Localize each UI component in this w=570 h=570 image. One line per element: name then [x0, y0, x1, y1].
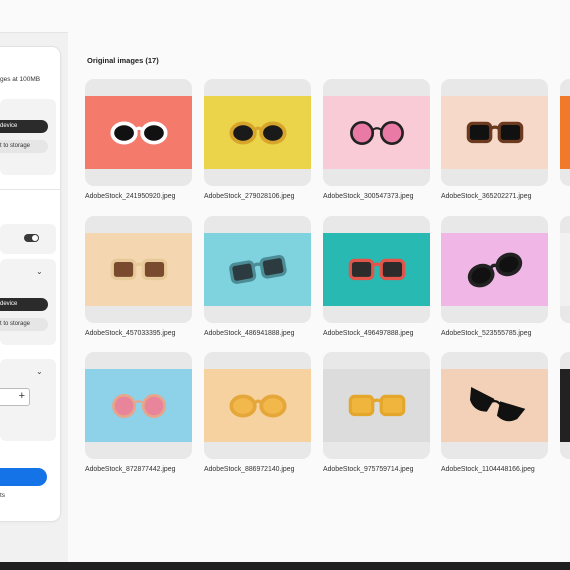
image-thumbnail[interactable]: [441, 352, 548, 459]
sunglasses-photo: [441, 96, 548, 169]
partial-photo: [560, 369, 570, 442]
sunglasses-photo: [85, 233, 192, 306]
image-thumbnail[interactable]: [441, 79, 548, 186]
section-title: Original images (17): [87, 56, 159, 65]
image-card[interactable]: AdobeStock_872877442.jpeg: [85, 352, 192, 473]
chevron-down-icon-2[interactable]: ⌄: [36, 367, 43, 376]
image-filename: AdobeStock_975759714.jpeg: [323, 466, 414, 473]
image-thumbnail[interactable]: [204, 216, 311, 323]
image-filename: AdobeStock_496497888.jpeg: [323, 330, 414, 337]
image-card[interactable]: AdobeStock_457033395.jpeg: [85, 216, 192, 337]
quantity-card: ⌄ +: [0, 359, 56, 441]
save-to-device-label-2: device: [0, 301, 18, 307]
sunglasses-photo: [204, 369, 311, 442]
sunglasses-photo: [85, 369, 192, 442]
save-options-card: device t to storage: [0, 99, 56, 175]
image-card[interactable]: AdobeStock_975759714.jpeg: [323, 352, 430, 473]
quantity-stepper[interactable]: +: [0, 388, 30, 406]
sunglasses-photo: [85, 96, 192, 169]
image-card[interactable]: AdobeStock_241950920.jpeg: [85, 79, 192, 200]
image-filename: AdobeStock_279028106.jpeg: [204, 193, 295, 200]
image-card[interactable]: AdobeStock_279028106.jpeg: [204, 79, 311, 200]
sunglasses-photo: [204, 96, 311, 169]
image-card[interactable]: AdobeStock_523555785.jpeg: [441, 216, 548, 337]
image-thumbnail-partial[interactable]: [560, 352, 570, 459]
partial-photo: [560, 96, 570, 169]
image-thumbnail[interactable]: [204, 352, 311, 459]
image-filename: AdobeStock_365202271.jpeg: [441, 193, 532, 200]
image-filename: AdobeStock_523555785.jpeg: [441, 330, 532, 337]
primary-action-button[interactable]: [0, 468, 47, 486]
image-thumbnail[interactable]: [323, 79, 430, 186]
image-thumbnail[interactable]: [85, 352, 192, 459]
image-filename: AdobeStock_886972140.jpeg: [204, 466, 295, 473]
image-thumbnail[interactable]: [441, 216, 548, 323]
image-card[interactable]: AdobeStock_300547373.jpeg: [323, 79, 430, 200]
size-limit-note: ges at 100MB: [0, 76, 41, 83]
image-thumbnail-partial[interactable]: [560, 79, 570, 186]
image-card[interactable]: AdobeStock_1104448166.jpeg: [441, 352, 548, 473]
image-filename: AdobeStock_300547373.jpeg: [323, 193, 414, 200]
image-card[interactable]: AdobeStock_365202271.jpeg: [441, 79, 548, 200]
bottom-bar: [0, 562, 570, 570]
image-thumbnail-partial[interactable]: [560, 216, 570, 323]
image-thumbnail[interactable]: [85, 79, 192, 186]
sunglasses-photo: [441, 233, 548, 306]
image-thumbnail[interactable]: [323, 352, 430, 459]
image-filename: AdobeStock_486941888.jpeg: [204, 330, 295, 337]
chevron-down-icon[interactable]: ⌄: [36, 267, 43, 276]
image-card[interactable]: AdobeStock_486941888.jpeg: [204, 216, 311, 337]
output-options-card: ⌄ device t to storage: [0, 259, 56, 345]
image-card[interactable]: AdobeStock_886972140.jpeg: [204, 352, 311, 473]
sunglasses-photo: [441, 369, 548, 442]
save-to-device-button[interactable]: device: [0, 120, 48, 133]
save-to-storage-button[interactable]: t to storage: [0, 140, 48, 153]
save-to-device-label: device: [0, 123, 18, 129]
sunglasses-photo: [323, 96, 430, 169]
image-filename: AdobeStock_241950920.jpeg: [85, 193, 176, 200]
save-to-storage-label: t to storage: [0, 143, 31, 149]
settings-panel: ges at 100MB device t to storage ⌄ devic…: [0, 47, 60, 521]
toggle-knob: [32, 235, 38, 241]
save-to-storage-button-2[interactable]: t to storage: [0, 318, 48, 331]
panel-divider: [0, 189, 60, 190]
sunglasses-photo: [204, 233, 311, 306]
toggle-card: [0, 224, 56, 254]
image-thumbnail[interactable]: [204, 79, 311, 186]
image-thumbnail[interactable]: [323, 216, 430, 323]
image-filename: AdobeStock_1104448166.jpeg: [441, 466, 535, 473]
image-card[interactable]: AdobeStock_496497888.jpeg: [323, 216, 430, 337]
save-to-device-button-2[interactable]: device: [0, 298, 48, 311]
option-toggle[interactable]: [24, 234, 39, 242]
sunglasses-photo: [323, 369, 430, 442]
image-filename: AdobeStock_872877442.jpeg: [85, 466, 176, 473]
sunglasses-photo: [323, 233, 430, 306]
save-to-storage-label-2: t to storage: [0, 321, 31, 327]
top-bar: [0, 0, 570, 33]
plus-icon[interactable]: +: [19, 390, 25, 402]
image-thumbnail[interactable]: [85, 216, 192, 323]
image-filename: AdobeStock_457033395.jpeg: [85, 330, 176, 337]
footer-link[interactable]: ts: [0, 492, 5, 499]
partial-photo: [560, 233, 570, 306]
